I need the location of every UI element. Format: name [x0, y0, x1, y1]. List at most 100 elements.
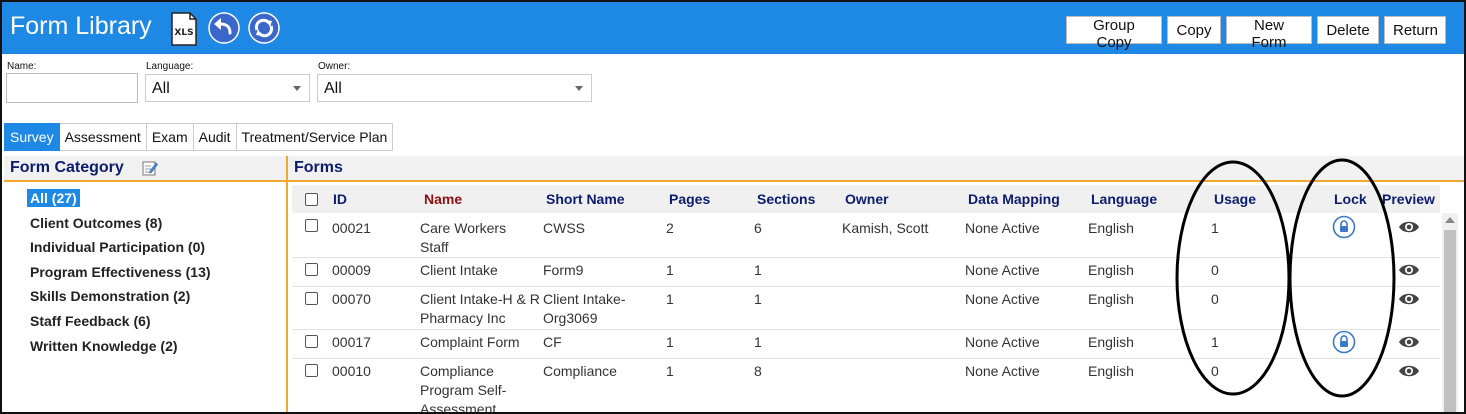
page-title: Form Library [10, 12, 152, 40]
select-all-checkbox[interactable] [305, 193, 318, 206]
lock-icon[interactable] [1332, 215, 1356, 239]
row-id: 00017 [332, 334, 371, 350]
row-short-name: Client Intake-Org3069 [543, 291, 626, 326]
forms-title: Forms [294, 159, 343, 176]
row-language: English [1088, 262, 1134, 278]
row-sections: 1 [754, 262, 762, 278]
row-data-mapping: None Active [965, 363, 1040, 379]
row-usage: 0 [1211, 363, 1219, 379]
form-type-tabs: Survey Assessment Exam Audit Treatment/S… [4, 123, 394, 151]
eye-icon[interactable] [1398, 262, 1420, 278]
row-short-name: Form9 [543, 262, 584, 278]
row-name: Client Intake [420, 262, 498, 278]
owner-filter-select[interactable]: All [317, 74, 592, 102]
table-row[interactable]: 00010 Compliance Program Self-Assessment… [292, 359, 1440, 414]
form-category-title: Form Category [10, 159, 124, 176]
row-checkbox[interactable] [305, 335, 318, 348]
row-sections: 1 [754, 291, 762, 307]
row-checkbox[interactable] [305, 263, 318, 276]
column-header-language[interactable]: Language [1091, 191, 1157, 207]
xls-icon-text: XLS [174, 28, 193, 38]
row-pages: 2 [666, 220, 674, 236]
row-data-mapping: None Active [965, 334, 1040, 350]
row-language: English [1088, 291, 1134, 307]
row-name: Client Intake-H & R Pharmacy Inc [420, 291, 540, 326]
row-pages: 1 [666, 334, 674, 350]
column-header-name[interactable]: Name [424, 191, 462, 207]
eye-icon[interactable] [1398, 291, 1420, 307]
row-language: English [1088, 363, 1134, 379]
row-short-name: Compliance [543, 363, 617, 379]
row-id: 00070 [332, 291, 371, 307]
row-language: English [1088, 334, 1134, 350]
table-row[interactable]: 00021 Care Workers Staff CWSS 2 6 Kamish… [292, 213, 1440, 258]
form-category-header: Form Category [4, 156, 286, 182]
row-short-name: CF [543, 334, 562, 350]
header-bar: Form Library XLS Group Copy Copy New For… [2, 2, 1464, 54]
chevron-down-icon [293, 86, 301, 91]
pencil-icon[interactable] [142, 160, 158, 176]
column-header-owner[interactable]: Owner [845, 191, 889, 207]
language-filter-label: Language: [146, 61, 194, 72]
row-data-mapping: None Active [965, 220, 1040, 236]
row-checkbox[interactable] [305, 364, 318, 377]
scroll-up-arrow-icon[interactable] [1445, 217, 1455, 223]
column-header-short-name[interactable]: Short Name [546, 191, 625, 207]
row-data-mapping: None Active [965, 291, 1040, 307]
lock-icon[interactable] [1332, 330, 1356, 354]
refresh-icon[interactable] [248, 12, 280, 44]
table-row[interactable]: 00009 Client Intake Form9 1 1 None Activ… [292, 258, 1440, 287]
category-item-skills-demonstration[interactable]: Skills Demonstration (2) [30, 288, 190, 304]
row-checkbox[interactable] [305, 292, 318, 305]
owner-filter-label: Owner: [318, 61, 351, 72]
row-usage: 0 [1211, 291, 1219, 307]
category-item-written-knowledge[interactable]: Written Knowledge (2) [30, 338, 178, 354]
xls-icon[interactable]: XLS [170, 12, 198, 46]
row-checkbox[interactable] [305, 219, 318, 232]
column-header-id[interactable]: ID [333, 191, 347, 207]
table-row[interactable]: 00070 Client Intake-H & R Pharmacy Inc C… [292, 287, 1440, 330]
row-data-mapping: None Active [965, 262, 1040, 278]
row-usage: 0 [1211, 262, 1219, 278]
group-copy-button[interactable]: Group Copy [1066, 16, 1162, 51]
category-item-staff-feedback[interactable]: Staff Feedback (6) [30, 313, 151, 329]
return-button[interactable]: Return [1384, 16, 1446, 44]
row-pages: 1 [666, 363, 674, 379]
column-header-preview[interactable]: Preview [1382, 191, 1435, 207]
forms-header: Forms [288, 156, 1464, 182]
copy-button[interactable]: Copy [1167, 16, 1221, 44]
eye-icon[interactable] [1398, 363, 1420, 379]
column-header-usage[interactable]: Usage [1214, 191, 1256, 207]
row-id: 00009 [332, 262, 371, 278]
new-form-button[interactable]: New Form [1226, 16, 1312, 51]
name-filter-input[interactable] [6, 73, 138, 103]
scrollbar-thumb[interactable] [1444, 230, 1456, 412]
row-sections: 1 [754, 334, 762, 350]
column-header-sections[interactable]: Sections [757, 191, 815, 207]
column-header-lock[interactable]: Lock [1334, 191, 1367, 207]
row-name: Complaint Form [420, 334, 520, 350]
eye-icon[interactable] [1398, 334, 1420, 350]
row-id: 00021 [332, 220, 371, 236]
category-item-all[interactable]: All (27) [27, 189, 80, 207]
row-short-name: CWSS [543, 220, 585, 236]
category-item-individual-participation[interactable]: Individual Participation (0) [30, 239, 205, 255]
category-item-client-outcomes[interactable]: Client Outcomes (8) [30, 215, 162, 231]
tab-survey[interactable]: Survey [4, 123, 60, 151]
category-item-program-effectiveness[interactable]: Program Effectiveness (13) [30, 264, 211, 280]
column-header-data-mapping[interactable]: Data Mapping [968, 191, 1060, 207]
row-pages: 1 [666, 262, 674, 278]
column-header-pages[interactable]: Pages [669, 191, 710, 207]
tab-assessment[interactable]: Assessment [59, 123, 147, 151]
table-row[interactable]: 00017 Complaint Form CF 1 1 None Active … [292, 330, 1440, 359]
row-pages: 1 [666, 291, 674, 307]
tab-audit[interactable]: Audit [193, 123, 237, 151]
undo-icon[interactable] [208, 12, 240, 44]
eye-icon[interactable] [1398, 219, 1420, 235]
language-filter-select[interactable]: All [145, 74, 310, 102]
forms-table-header: ID Name Short Name Pages Sections Owner … [292, 185, 1440, 213]
tab-exam[interactable]: Exam [146, 123, 194, 151]
delete-button[interactable]: Delete [1317, 16, 1379, 44]
row-name: Compliance Program Self-Assessment [420, 363, 507, 414]
tab-treatment-service-plan[interactable]: Treatment/Service Plan [236, 123, 394, 151]
